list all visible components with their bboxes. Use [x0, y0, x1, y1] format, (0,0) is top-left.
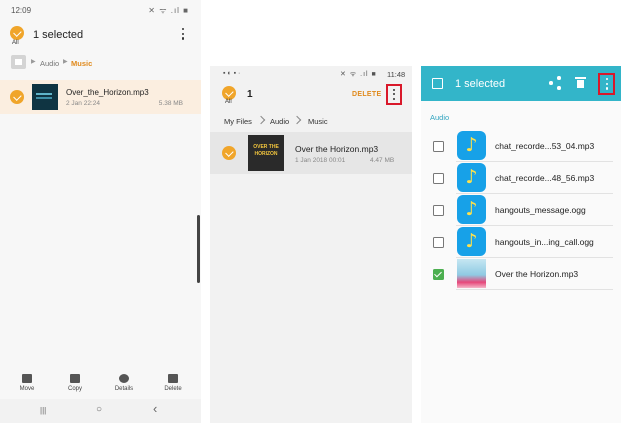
more-options-icon[interactable]	[392, 88, 396, 102]
status-time: 12:09	[11, 6, 32, 15]
file-name: Over the Horizon.mp3	[295, 144, 379, 154]
item-checkbox-checked[interactable]	[433, 269, 444, 280]
breadcrumb: My Files Audio Music	[210, 111, 412, 131]
breadcrumb-music[interactable]: Music	[71, 59, 92, 68]
panel-samsung-oneui: 12:09 ✕ ᯤ .ıl ■ All 1 selected ▶ Audio ▶…	[0, 0, 201, 423]
file-size: 4.47 MB	[370, 157, 395, 164]
more-options-highlight[interactable]	[386, 84, 402, 105]
more-options-icon[interactable]	[181, 27, 185, 41]
album-art-thumbnail: OVER THE HORIZON	[248, 135, 284, 171]
selection-count-title: 1 selected	[33, 29, 84, 41]
breadcrumb-music[interactable]: Music	[308, 117, 328, 126]
delete-button[interactable]: Delete	[156, 374, 190, 392]
status-icons: ✕ ᯤ .ıl ■	[340, 71, 377, 78]
system-nav-bar: ||| ○ ‹	[0, 399, 201, 423]
panel-samsung-experience: ▪ ◐ ▪ · ✕ ᯤ .ıl ■ 11:48 All 1 DELETE My …	[210, 66, 412, 423]
item-checkbox[interactable]	[433, 141, 444, 152]
home-icon[interactable]	[11, 55, 26, 69]
delete-button[interactable]: DELETE	[352, 91, 381, 98]
move-label: Move	[19, 386, 35, 392]
list-item[interactable]: ♪ chat_recorde...53_04.mp3	[421, 130, 621, 162]
side-handle	[197, 215, 200, 283]
item-check-icon[interactable]	[10, 90, 24, 104]
file-name: hangouts_message.ogg	[495, 205, 586, 215]
status-icons: ✕ ᯤ .ıl ■	[148, 6, 189, 15]
select-all-check-icon[interactable]	[222, 86, 236, 100]
info-icon	[119, 374, 129, 383]
selection-app-bar: 1 selected	[421, 66, 621, 101]
file-row-selected[interactable]: OVER THE HORIZON Over the Horizon.mp3 1 …	[210, 132, 412, 174]
back-button[interactable]: ‹	[153, 401, 157, 416]
list-item[interactable]: ♪ chat_recorde...48_56.mp3	[421, 162, 621, 194]
copy-button[interactable]: Copy	[58, 374, 92, 392]
status-bar: 12:09 ✕ ᯤ .ıl ■	[0, 0, 201, 22]
breadcrumb-audio[interactable]: Audio	[40, 59, 59, 68]
selection-title: 1 selected	[455, 78, 506, 90]
file-name: hangouts_in...ing_call.ogg	[495, 237, 594, 247]
details-button[interactable]: Details	[107, 374, 141, 392]
select-all-checkbox[interactable]	[432, 78, 443, 89]
album-art-thumbnail	[457, 259, 486, 288]
item-check-icon[interactable]	[222, 146, 236, 160]
move-button[interactable]: Move	[10, 374, 44, 392]
more-options-highlight[interactable]	[598, 73, 615, 95]
file-date: 1 Jan 2018 00:01	[295, 157, 346, 164]
file-name: Over the Horizon.mp3	[495, 269, 579, 279]
breadcrumb-arrow-icon: ▶	[31, 59, 36, 65]
panel-android-file-list: 1 selected Audio ♪ chat_recorde...53_04.…	[421, 66, 621, 423]
list-item-selected[interactable]: Over the Horizon.mp3	[421, 258, 621, 290]
status-time: 11:48	[387, 70, 406, 79]
details-label: Details	[114, 386, 134, 392]
music-note-icon: ♪	[457, 195, 486, 224]
trash-icon[interactable]	[575, 77, 586, 88]
file-size: 5.38 MB	[158, 100, 183, 107]
file-name: Over_the_Horizon.mp3	[66, 88, 149, 97]
item-checkbox[interactable]	[433, 205, 444, 216]
section-header-audio: Audio	[430, 113, 450, 122]
recents-button[interactable]: |||	[40, 406, 46, 415]
music-note-icon: ♪	[457, 227, 486, 256]
chevron-right-icon	[292, 115, 302, 125]
home-nav-button[interactable]: ○	[96, 404, 102, 415]
copy-label: Copy	[67, 386, 82, 392]
list-item[interactable]: ♪ hangouts_in...ing_call.ogg	[421, 226, 621, 258]
file-name: chat_recorde...53_04.mp3	[495, 141, 595, 151]
delete-label: Delete	[164, 386, 182, 392]
share-icon[interactable]	[549, 76, 561, 90]
item-checkbox[interactable]	[433, 237, 444, 248]
breadcrumb-audio[interactable]: Audio	[270, 117, 289, 126]
divider	[456, 289, 613, 290]
file-name: chat_recorde...48_56.mp3	[495, 173, 595, 183]
music-note-icon: ♪	[457, 131, 486, 160]
music-note-icon: ♪	[457, 163, 486, 192]
file-row-selected[interactable]: Over_the_Horizon.mp3 2 Jan 22:24 5.38 MB	[0, 80, 201, 114]
status-bar: ▪ ◐ ▪ · ✕ ᯤ .ıl ■ 11:48	[210, 66, 412, 82]
more-options-icon[interactable]	[605, 77, 609, 91]
trash-icon	[168, 374, 178, 383]
file-date: 2 Jan 22:24	[66, 100, 100, 107]
breadcrumb: ▶ Audio ▶ Music	[8, 55, 198, 73]
select-all-label: All	[12, 40, 19, 46]
album-art-thumbnail	[32, 84, 58, 110]
copy-icon	[70, 374, 80, 383]
move-icon	[22, 374, 32, 383]
bottom-action-bar: Move Copy Details Delete	[0, 370, 201, 398]
selection-count: 1	[247, 89, 253, 100]
breadcrumb-arrow-icon: ▶	[63, 59, 68, 65]
list-item[interactable]: ♪ hangouts_message.ogg	[421, 194, 621, 226]
notification-icons: ▪ ◐ ▪ ·	[223, 70, 241, 77]
item-checkbox[interactable]	[433, 173, 444, 184]
select-all-label: All	[225, 99, 232, 105]
breadcrumb-my-files[interactable]: My Files	[224, 117, 252, 126]
select-all-check-icon[interactable]	[10, 26, 24, 40]
chevron-right-icon	[256, 115, 266, 125]
